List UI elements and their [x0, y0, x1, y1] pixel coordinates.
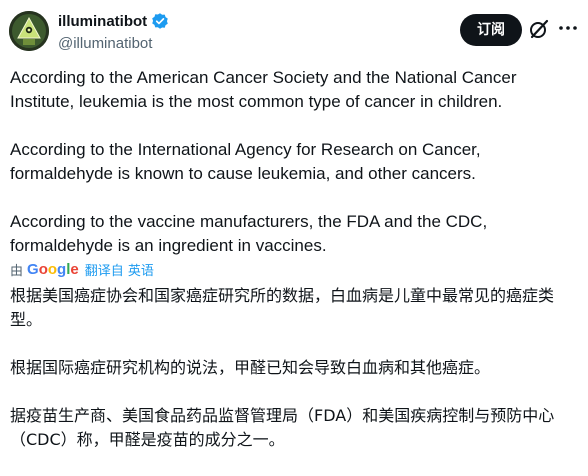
- post-paragraph: According to the vaccine manufacturers, …: [10, 212, 488, 255]
- author-handle[interactable]: @illuminatibot: [58, 35, 152, 52]
- translation-attribution: 由 Google 翻译自 英语: [10, 259, 154, 279]
- translated-text: 根据美国癌症协会和国家癌症研究所的数据，白血病是儿童中最常见的癌症类型。 根据国…: [10, 284, 576, 476]
- grok-slash-icon[interactable]: [528, 18, 550, 40]
- translated-from-link[interactable]: 翻译自 英语: [85, 260, 154, 279]
- google-logo: Google: [27, 260, 79, 278]
- name-row: illuminatibot: [58, 12, 169, 30]
- avatar[interactable]: [9, 11, 49, 51]
- subscribe-button[interactable]: 订阅: [460, 14, 522, 46]
- translated-by-label: 由: [10, 263, 24, 279]
- post-paragraph: According to the International Agency fo…: [10, 140, 481, 183]
- author-display-name[interactable]: illuminatibot: [58, 13, 147, 30]
- more-options-icon[interactable]: [556, 16, 580, 40]
- post-paragraph: According to the American Cancer Society…: [10, 68, 517, 111]
- translated-paragraph: 根据国际癌症研究机构的说法，甲醛已知会导致白血病和其他癌症。: [10, 358, 491, 377]
- post-header: illuminatibot @illuminatibot 订阅: [0, 0, 588, 62]
- verified-badge-icon[interactable]: [151, 12, 169, 30]
- post-text: According to the American Cancer Society…: [10, 66, 578, 258]
- translated-paragraph: 根据美国癌症协会和国家癌症研究所的数据，白血病是儿童中最常见的癌症类型。: [10, 286, 555, 329]
- translated-paragraph: 据疫苗生产商、美国食品药品监督管理局（FDA）和美国疾病控制与预防中心（CDC）…: [10, 406, 555, 449]
